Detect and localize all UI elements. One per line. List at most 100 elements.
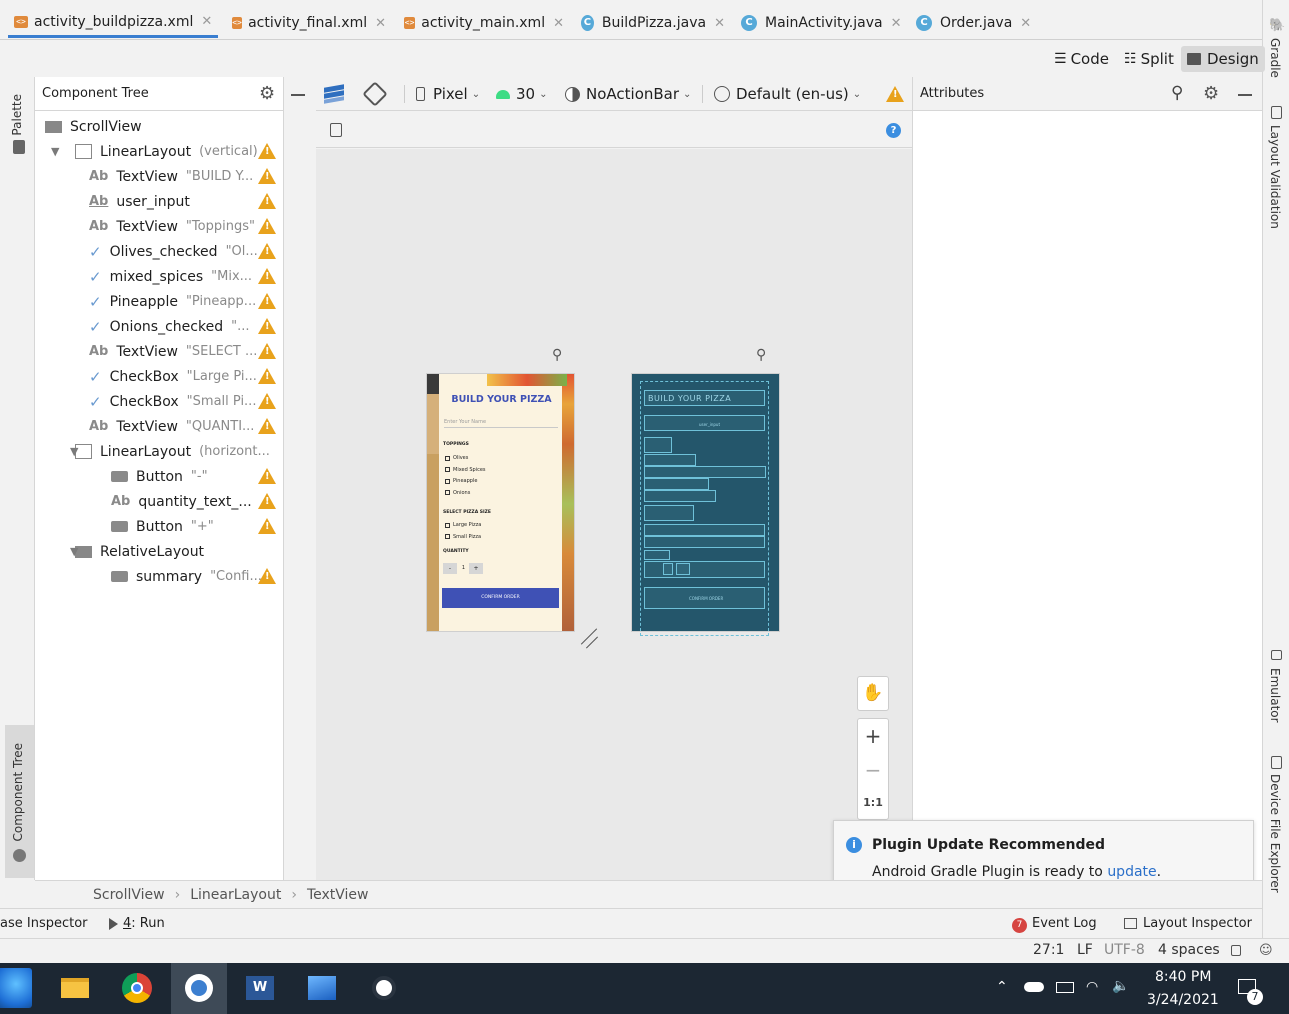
- tree-row[interactable]: Ab TextView "Toppings": [35, 214, 284, 239]
- device-frame-icon[interactable]: [330, 123, 342, 137]
- warning-icon[interactable]: [258, 468, 276, 484]
- help-icon[interactable]: ?: [886, 123, 901, 138]
- split-view-button[interactable]: ☷ Split: [1118, 46, 1180, 72]
- warning-icon[interactable]: [258, 343, 276, 359]
- design-preview[interactable]: BUILD YOUR PIZZA Enter Your Name TOPPING…: [426, 373, 575, 632]
- warning-icon[interactable]: [258, 318, 276, 334]
- tree-row[interactable]: Ab quantity_text_...: [35, 489, 284, 514]
- wifi-icon[interactable]: ◠: [1086, 979, 1098, 995]
- breadcrumb-textview[interactable]: TextView: [307, 887, 369, 903]
- tab-order-java[interactable]: C Order.java ✕: [910, 8, 1040, 38]
- tree-row[interactable]: Button "+": [35, 514, 284, 539]
- file-encoding[interactable]: UTF-8: [1104, 942, 1145, 958]
- pin-icon[interactable]: ⚲: [756, 347, 766, 363]
- chevron-up-icon[interactable]: ⌃: [996, 979, 1008, 995]
- palette-tool-button[interactable]: Palette: [10, 94, 24, 136]
- warning-icon[interactable]: [258, 143, 276, 159]
- line-separator[interactable]: LF: [1077, 942, 1093, 958]
- caret-position[interactable]: 27:1: [1033, 942, 1064, 958]
- photos-icon[interactable]: [302, 968, 342, 1008]
- chrome-icon[interactable]: [117, 968, 157, 1008]
- indent-setting[interactable]: 4 spaces: [1158, 942, 1220, 958]
- inspector-icon[interactable]: ☺: [1259, 943, 1273, 958]
- minimize-icon[interactable]: [1238, 94, 1252, 96]
- warning-icon[interactable]: [258, 493, 276, 509]
- code-view-button[interactable]: ☰ Code: [1048, 46, 1115, 72]
- close-tab-icon[interactable]: ✕: [553, 16, 564, 31]
- component-tree-tool-button[interactable]: Component Tree: [5, 725, 34, 878]
- warning-icon[interactable]: [258, 418, 276, 434]
- battery-icon[interactable]: [1056, 982, 1074, 993]
- warning-icon[interactable]: [886, 86, 904, 102]
- tree-row[interactable]: ▼ LinearLayout (vertical): [35, 139, 284, 164]
- tab-activity-main[interactable]: <> activity_main.xml ✕: [398, 8, 564, 38]
- android-studio-icon[interactable]: [171, 963, 227, 1014]
- tree-row[interactable]: ✓ Pineapple "Pineapp...: [35, 289, 284, 314]
- tree-row[interactable]: ScrollView: [35, 114, 284, 139]
- zoom-in-button[interactable]: +: [858, 719, 888, 753]
- tree-row[interactable]: ✓ CheckBox "Small Pi...: [35, 389, 284, 414]
- locale-selector[interactable]: Default (en-us) ⌄: [714, 77, 861, 111]
- design-view-button[interactable]: Design: [1181, 46, 1265, 72]
- database-inspector-button[interactable]: ase Inspector: [0, 916, 88, 931]
- edge-icon[interactable]: [0, 968, 32, 1008]
- warning-icon[interactable]: [258, 518, 276, 534]
- event-log-button[interactable]: 7 Event Log: [1012, 916, 1097, 933]
- lock-icon[interactable]: [1231, 945, 1241, 956]
- warning-icon[interactable]: [258, 368, 276, 384]
- clock-time[interactable]: 8:40 PM: [1155, 969, 1211, 985]
- warning-icon[interactable]: [258, 293, 276, 309]
- layout-inspector-button[interactable]: Layout Inspector: [1124, 916, 1252, 931]
- tree-row[interactable]: ✓ Olives_checked "Ol...: [35, 239, 284, 264]
- tree-row[interactable]: ✓ mixed_spices "Mix...: [35, 264, 284, 289]
- run-tool-button[interactable]: 4: Run: [109, 916, 165, 931]
- breadcrumb-scrollview[interactable]: ScrollView: [93, 887, 165, 903]
- warning-icon[interactable]: [258, 218, 276, 234]
- device-file-explorer-tool-button[interactable]: Device File Explorer: [1268, 774, 1282, 893]
- tab-buildpizza-java[interactable]: C BuildPizza.java ✕: [575, 8, 725, 38]
- tree-row[interactable]: Ab TextView "SELECT ...: [35, 339, 284, 364]
- pin-icon[interactable]: ⚲: [552, 347, 562, 363]
- warning-icon[interactable]: [258, 268, 276, 284]
- app-icon[interactable]: [364, 968, 404, 1008]
- tab-activity-final[interactable]: <> activity_final.xml ✕: [226, 8, 386, 38]
- expand-arrow-icon[interactable]: ▼: [70, 445, 78, 458]
- file-explorer-icon[interactable]: [55, 968, 95, 1008]
- warning-icon[interactable]: [258, 243, 276, 259]
- volume-icon[interactable]: 🔈: [1112, 978, 1129, 994]
- tab-mainactivity-java[interactable]: C MainActivity.java ✕: [735, 8, 903, 38]
- minimize-icon[interactable]: [291, 94, 305, 96]
- breadcrumb-linearlayout[interactable]: LinearLayout: [190, 887, 281, 903]
- blueprint-preview[interactable]: BUILD YOUR PIZZA user_input CONFIRM ORDE…: [631, 373, 780, 636]
- pan-button[interactable]: ✋: [857, 676, 889, 711]
- tree-row[interactable]: ✓ CheckBox "Large Pi...: [35, 364, 284, 389]
- close-tab-icon[interactable]: ✕: [1020, 16, 1031, 31]
- design-surface-button[interactable]: [324, 77, 344, 111]
- api-selector[interactable]: 30 ⌄: [496, 77, 547, 111]
- tree-row[interactable]: summary "Confi...: [35, 564, 284, 589]
- tab-activity-buildpizza[interactable]: <> activity_buildpizza.xml ✕: [8, 8, 218, 38]
- orientation-button[interactable]: [362, 77, 388, 111]
- tree-row[interactable]: Ab TextView "QUANTI...: [35, 414, 284, 439]
- tree-row[interactable]: ▼ LinearLayout (horizont...: [35, 439, 284, 464]
- tree-row[interactable]: Ab user_input: [35, 189, 284, 214]
- search-icon[interactable]: ⚲: [1171, 83, 1183, 103]
- clock-date[interactable]: 3/24/2021: [1147, 992, 1219, 1008]
- onedrive-icon[interactable]: [1024, 982, 1044, 992]
- warning-icon[interactable]: [258, 393, 276, 409]
- design-canvas[interactable]: [316, 149, 912, 880]
- word-icon[interactable]: W: [240, 968, 280, 1008]
- tree-row[interactable]: ▼ RelativeLayout: [35, 539, 284, 564]
- close-tab-icon[interactable]: ✕: [201, 14, 212, 29]
- gear-icon[interactable]: ⚙: [259, 83, 275, 104]
- warning-icon[interactable]: [258, 193, 276, 209]
- close-tab-icon[interactable]: ✕: [891, 16, 902, 31]
- layout-validation-tool-button[interactable]: Layout Validation: [1268, 125, 1282, 229]
- zoom-out-button[interactable]: −: [858, 753, 888, 787]
- expand-arrow-icon[interactable]: ▼: [51, 145, 59, 158]
- zoom-actual-size-button[interactable]: 1:1: [858, 787, 888, 819]
- warning-icon[interactable]: [258, 168, 276, 184]
- gradle-tool-button[interactable]: Gradle: [1268, 38, 1282, 78]
- close-tab-icon[interactable]: ✕: [375, 16, 386, 31]
- device-selector[interactable]: Pixel ⌄: [416, 77, 480, 111]
